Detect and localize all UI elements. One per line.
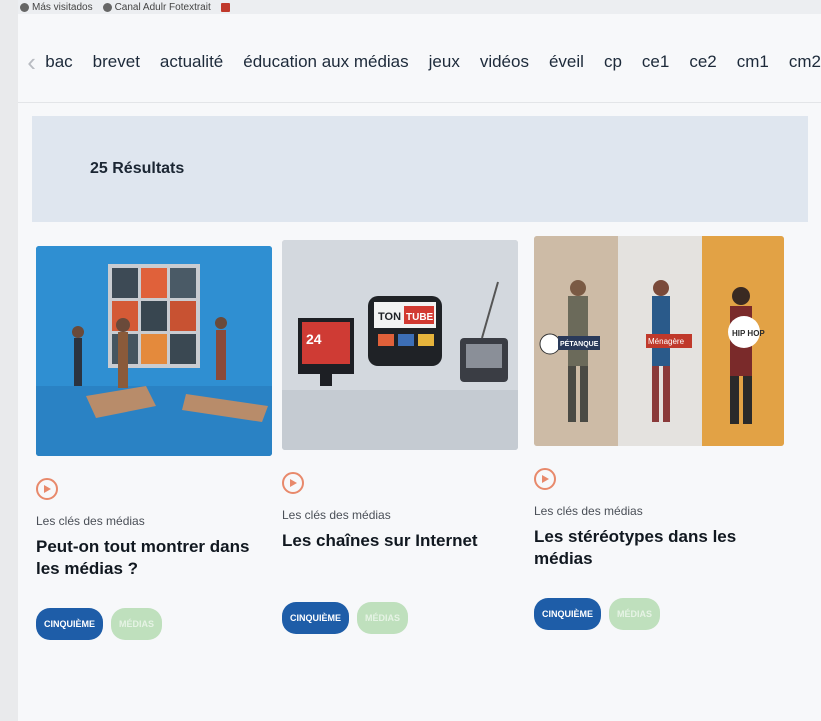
folder-icon [102, 2, 112, 12]
video-card: PÉTANQUE Ménagère HIP HOP Les clés des m… [534, 236, 784, 630]
bookmark-folder[interactable]: Canal Adulr Fotextrait [102, 1, 211, 13]
sign-label-2: Ménagère [648, 337, 685, 346]
nav-item-cm2[interactable]: cm2 [789, 52, 821, 72]
thumbnail-illustration: 24 TON TUBE [282, 240, 518, 450]
nav-item-ce1[interactable]: ce1 [642, 52, 669, 72]
thumbnail-illustration [36, 246, 272, 456]
sign-label-3: HIP HOP [732, 329, 765, 338]
tag-level[interactable]: CINQUIÈME [534, 598, 602, 630]
nav-item-brevet[interactable]: brevet [93, 52, 140, 72]
nav-item-education-medias[interactable]: éducation aux médias [243, 52, 408, 72]
bookmark-label: Canal Adulr Fotextrait [114, 1, 211, 13]
play-icon[interactable] [282, 472, 304, 494]
play-icon[interactable] [36, 478, 58, 500]
tag-subject[interactable]: MÉDIAS [357, 602, 409, 634]
tag-list: CINQUIÈME MÉDIAS [282, 602, 518, 634]
nav-item-cp[interactable]: cp [604, 52, 622, 72]
browser-screen: Más visitados Canal Adulr Fotextrait ‹ b… [18, 0, 821, 721]
series-label: Les clés des médias [36, 514, 145, 528]
chevron-left-icon[interactable]: ‹ [26, 47, 37, 77]
tag-level[interactable]: CINQUIÈME [36, 608, 104, 640]
play-icon[interactable] [534, 468, 556, 490]
video-title[interactable]: Les chaînes sur Internet [282, 530, 518, 596]
video-thumbnail[interactable] [36, 246, 272, 456]
nav-item-ce2[interactable]: ce2 [689, 52, 716, 72]
video-thumbnail[interactable]: 24 TON TUBE [282, 240, 518, 450]
video-card: Les clés des médias Peut-on tout montrer… [36, 246, 272, 640]
bookmark-label: Más visitados [32, 1, 93, 13]
nav-item-eveil[interactable]: éveil [549, 52, 584, 72]
sign-label-1: PÉTANQUE [560, 339, 599, 348]
category-nav: ‹ bac brevet actualité éducation aux méd… [18, 22, 821, 103]
tag-subject[interactable]: MÉDIAS [111, 608, 163, 640]
sign-text-top: TON [378, 311, 401, 323]
bookmark-red-icon[interactable] [220, 2, 230, 12]
nav-item-videos[interactable]: vidéos [480, 52, 529, 72]
video-thumbnail[interactable]: PÉTANQUE Ménagère HIP HOP [534, 236, 784, 446]
thumbnail-illustration: PÉTANQUE Ménagère HIP HOP [534, 236, 784, 446]
series-label: Les clés des médias [282, 508, 391, 522]
series-label: Les clés des médias [534, 504, 643, 518]
tag-list: CINQUIÈME MÉDIAS [534, 598, 770, 630]
video-title[interactable]: Peut-on tout montrer dans les médias ? [36, 536, 272, 602]
nav-item-jeux[interactable]: jeux [429, 52, 460, 72]
tv-screen-text: 24 [306, 331, 322, 347]
nav-items: bac brevet actualité éducation aux média… [45, 52, 821, 72]
nav-item-bac[interactable]: bac [45, 52, 72, 72]
tag-level[interactable]: CINQUIÈME [282, 602, 350, 634]
results-count: 25 Résultats [90, 160, 185, 177]
bookmark-most-visited[interactable]: Más visitados [20, 2, 93, 13]
sign-text-box: TUBE [406, 312, 434, 323]
tag-subject[interactable]: MÉDIAS [609, 598, 661, 630]
video-title[interactable]: Les stéréotypes dans les médias [534, 526, 770, 592]
nav-item-cm1[interactable]: cm1 [737, 52, 769, 72]
tag-list: CINQUIÈME MÉDIAS [36, 608, 272, 640]
gear-icon [20, 2, 29, 12]
video-card: 24 TON TUBE Les clés des médias Les chaî… [282, 240, 518, 634]
bookmarks-bar: Más visitados Canal Adulr Fotextrait [18, 0, 821, 14]
nav-item-actualite[interactable]: actualité [160, 52, 223, 72]
results-banner: 25 Résultats [32, 116, 808, 222]
